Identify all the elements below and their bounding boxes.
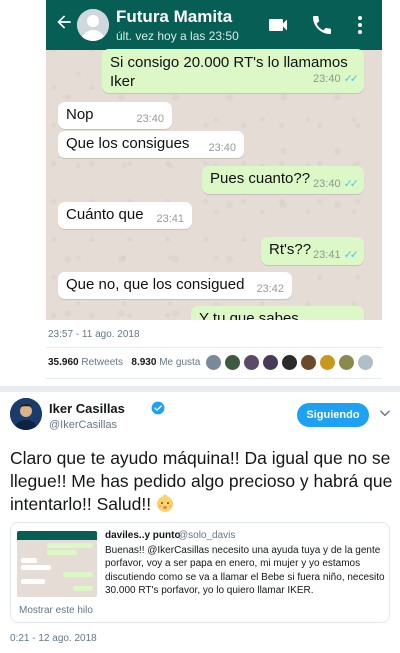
more-options-icon[interactable] [348,13,372,37]
show-thread-link[interactable]: Mostrar este hilo [19,605,93,616]
page: Futura Mamita últ. vez hoy a las 23:50 S… [0,0,400,653]
message-incoming: Que los consigues 23:40 [58,131,244,158]
message-text: Cuánto que [66,206,144,223]
message-incoming: Que no, que los consigued 23:42 [58,272,292,299]
back-arrow-icon[interactable] [54,12,74,34]
chat-header: Futura Mamita últ. vez hoy a las 23:50 [46,0,382,50]
avatar[interactable] [205,354,222,371]
message-text: Nop [66,106,94,123]
read-ticks-icon: ✓✓ [343,178,360,190]
message-time: 23:41 [156,213,184,225]
author-name[interactable]: Iker Casillas [49,401,125,416]
message-incoming: Nop 23:40 [58,102,172,129]
quoted-tweet-image[interactable] [17,531,97,597]
baby-emoji [155,493,175,513]
message-text: Rt's?? [269,241,312,258]
avatar[interactable] [338,354,355,371]
avatar[interactable] [300,354,317,371]
avatar[interactable] [224,354,241,371]
avatar[interactable] [357,354,374,371]
message-outgoing: Rt's?? 23:41 ✓✓ [261,237,364,265]
tweet-date[interactable]: 23:57 - 11 ago. 2018 [48,329,140,340]
message-text: Pues cuanto?? [210,170,311,187]
message-time: 23:40 ✓✓ [313,178,360,190]
avatar[interactable] [319,354,336,371]
contact-name[interactable]: Futura Mamita [116,7,232,27]
thumbnail-bubble [21,558,37,563]
message-time: 23:42 [256,283,284,295]
quoted-tweet-text: Buenas!! @IkerCasillas necesito una ayud… [105,545,385,597]
thumbnail-header [17,531,97,540]
quoted-author-name[interactable]: daviles..y punto [105,530,181,541]
tweet-text: Claro que te ayudo máquina!! Da igual qu… [10,447,395,516]
chevron-down-icon[interactable] [378,406,392,420]
message-time: 23:40 [208,142,236,154]
author-handle[interactable]: @IkerCasillas [49,419,117,431]
message-outgoing: Pues cuanto?? 23:40 ✓✓ [202,166,364,194]
message-time: 23:40 [136,113,164,125]
liked-by-avatars [205,354,380,372]
message-outgoing: Si consigo 20.000 RT's lo llamamos Iker … [102,49,364,93]
phone-icon[interactable] [310,13,334,37]
contact-avatar[interactable] [77,9,109,41]
quoted-tweet-card[interactable]: daviles..y punto @solo_davis Buenas!! @I… [10,522,390,623]
message-incoming: Cuánto que 23:41 [58,202,192,229]
message-time: 23:41 ✓✓ [313,249,360,261]
likes-count[interactable]: 8.930 [131,357,156,368]
tweet-date[interactable]: 0:21 - 12 ago. 2018 [10,633,97,644]
read-ticks-icon: ✓✓ [343,249,360,261]
message-time: 23:40 ✓✓ [313,70,360,89]
divider [46,347,382,348]
section-separator [0,386,400,392]
thumbnail-bubble [47,543,93,548]
last-seen-status: últ. vez hoy a las 23:50 [116,29,239,43]
message-text: Que no, que los consigued [66,276,245,293]
retweets-label[interactable]: Retweets [81,357,123,368]
whatsapp-screenshot: Futura Mamita últ. vez hoy a las 23:50 S… [46,0,382,320]
following-button[interactable]: Siguiendo [297,403,369,427]
likes-label[interactable]: Me gusta [159,357,200,368]
thumbnail-bubble [21,565,51,570]
avatar[interactable] [243,354,260,371]
message-outgoing: Y tu que sabes [191,306,364,320]
message-text: Que los consigues [66,135,190,152]
thumbnail-bubble [21,579,45,584]
avatar[interactable] [262,354,279,371]
thumbnail-bubble [73,586,93,591]
message-text: Y tu que sabes [199,310,299,320]
divider [46,378,382,379]
avatar[interactable] [281,354,298,371]
thumbnail-bubble [63,572,93,577]
read-ticks-icon: ✓✓ [343,73,360,85]
avatar[interactable] [10,398,42,430]
video-call-icon[interactable] [266,13,290,37]
verified-badge-icon [151,401,165,415]
retweets-count[interactable]: 35.960 [48,357,79,368]
tweet-stats: 35.960 Retweets 8.930 Me gusta [48,357,200,368]
thumbnail-bubble [47,550,77,555]
quoted-author-handle[interactable]: @solo_davis [178,530,235,541]
tweet-body: Claro que te ayudo máquina!! Da igual qu… [10,448,393,514]
